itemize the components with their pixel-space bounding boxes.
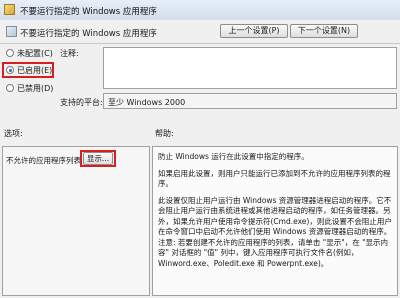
policy-icon <box>4 4 15 15</box>
help-paragraph: 此设置仅阻止用户运行由 Windows 资源管理器进程启动的程序。它不会阻止用户… <box>158 195 392 268</box>
header-divider <box>0 43 400 44</box>
radio-disabled[interactable] <box>6 84 14 92</box>
options-section-label: 选项: <box>4 129 23 138</box>
comment-textarea[interactable] <box>103 47 397 89</box>
radio-enabled-label: 已启用(E) <box>17 66 53 75</box>
radio-not-configured-label: 未配置(C) <box>17 49 53 58</box>
radio-enabled[interactable] <box>6 66 14 74</box>
comment-label: 注释: <box>60 49 79 58</box>
prev-setting-button[interactable]: 上一个设置(P) <box>220 24 288 38</box>
help-pane: 防止 Windows 运行在此设置中指定的程序。 如果启用此设置，则用户只能运行… <box>152 146 398 296</box>
radio-not-configured[interactable] <box>6 49 14 57</box>
show-button[interactable]: 显示... <box>83 152 113 165</box>
next-setting-button[interactable]: 下一个设置(N) <box>290 24 358 38</box>
platform-label: 支持的平台: <box>60 98 103 107</box>
help-section-label: 帮助: <box>155 129 174 138</box>
disallowed-list-label: 不允许的应用程序列表 <box>6 156 81 165</box>
help-paragraph: 如果启用此设置，则用户只能运行已添加到不允许的应用程序列表的程序。 <box>158 168 391 189</box>
window-title: 不要运行指定的 Windows 应用程序 <box>20 7 157 17</box>
setting-name: 不要运行指定的 Windows 应用程序 <box>20 29 157 39</box>
options-pane <box>2 146 150 296</box>
radio-disabled-label: 已禁用(D) <box>17 84 54 93</box>
setting-icon <box>6 26 17 37</box>
platform-value: 至少 Windows 2000 <box>103 93 397 109</box>
help-paragraph: 防止 Windows 运行在此设置中指定的程序。 <box>158 152 309 161</box>
